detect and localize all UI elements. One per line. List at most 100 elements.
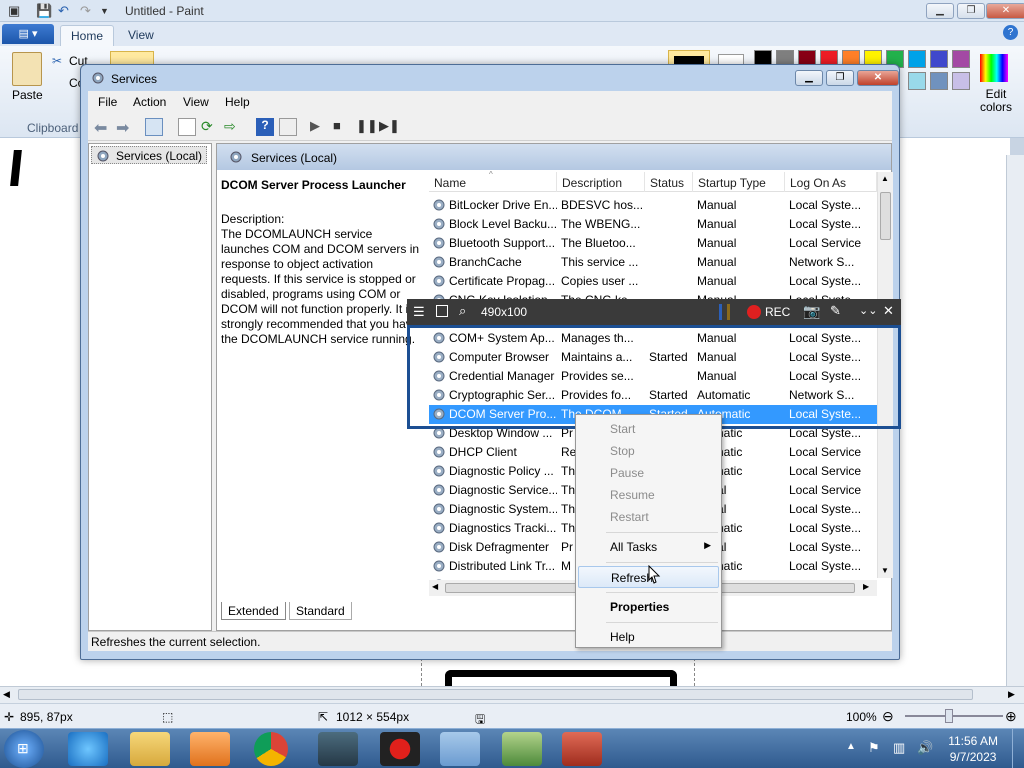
column-description[interactable]: Description — [557, 172, 645, 192]
tab-home[interactable]: Home — [60, 25, 115, 46]
menu-file[interactable]: File — [98, 95, 117, 109]
region-fit-icon[interactable]: ⌕ — [459, 303, 466, 319]
menu-help[interactable]: Help — [225, 95, 250, 109]
menu-stop[interactable]: Stop — [578, 440, 719, 462]
action-center-icon[interactable]: ⚑ — [868, 740, 880, 756]
media-player-icon[interactable] — [190, 732, 230, 766]
menu-properties[interactable]: Properties — [578, 596, 719, 618]
scroll-up-icon[interactable]: ▲ — [881, 174, 889, 183]
help-book-icon[interactable]: ? — [256, 118, 274, 136]
network-icon[interactable]: ▥ — [893, 740, 905, 756]
tab-extended[interactable]: Extended — [221, 602, 286, 620]
paste-icon[interactable] — [12, 52, 42, 86]
scroll-right-icon[interactable]: ▶ — [863, 582, 869, 591]
recorder-menu-icon[interactable]: ☰ — [413, 304, 425, 320]
menu-view[interactable]: View — [183, 95, 209, 109]
export-list-icon[interactable]: ⇨ — [224, 118, 242, 136]
start-button[interactable]: ⊞ — [4, 730, 44, 768]
menu-restart[interactable]: Restart — [578, 506, 719, 528]
stop-service-icon[interactable]: ■ — [333, 118, 351, 136]
screen-recorder-icon[interactable] — [380, 732, 420, 766]
column-startup-type[interactable]: Startup Type — [693, 172, 785, 192]
services-taskbar-icon[interactable] — [562, 732, 602, 766]
zoom-out-icon[interactable]: ⊖ — [882, 708, 894, 725]
show-hide-tree-icon[interactable] — [145, 118, 163, 136]
palette-purple[interactable] — [952, 50, 970, 68]
service-row[interactable]: Block Level Backu... The WBENG... Manual Lo… — [429, 215, 877, 234]
scroll-right-icon[interactable]: ▶ — [1008, 689, 1015, 700]
services-close-button[interactable]: ✕ — [857, 70, 899, 86]
undo-icon[interactable]: ↶ — [58, 3, 69, 19]
forward-icon[interactable]: ➡ — [116, 118, 134, 137]
clock[interactable]: 11:56 AM 9/7/2023 — [948, 733, 998, 765]
internet-explorer-icon[interactable] — [68, 732, 108, 766]
recorder-close-icon[interactable]: ✕ — [883, 303, 894, 319]
cut-icon[interactable]: ✂ — [52, 54, 62, 68]
region-select-icon[interactable] — [436, 305, 448, 317]
column-log-on-as[interactable]: Log On As — [785, 172, 877, 192]
record-button[interactable]: REC — [765, 305, 790, 319]
properties-sheet-icon[interactable] — [178, 118, 196, 136]
zoom-in-icon[interactable]: ⊕ — [1005, 708, 1017, 725]
menu-help[interactable]: Help — [578, 626, 719, 648]
column-status[interactable]: Status — [645, 172, 693, 192]
volume-icon[interactable]: 🔊 — [917, 740, 933, 756]
services-titlebar[interactable]: Services ▁ ❐ ✕ — [81, 65, 899, 91]
service-row[interactable]: BitLocker Drive En... BDESVC hos... Manual… — [429, 196, 877, 215]
services-maximize-button[interactable]: ❐ — [826, 70, 854, 86]
service-row[interactable]: BranchCache This service ... Manual Network… — [429, 253, 877, 272]
menu-pause[interactable]: Pause — [578, 462, 719, 484]
zoom-slider-thumb[interactable] — [945, 709, 953, 723]
show-hidden-icons-icon[interactable]: ▲ — [846, 741, 856, 752]
file-explorer-icon[interactable] — [130, 732, 170, 766]
paint-horizontal-scrollbar[interactable]: ◀ ▶ — [0, 686, 1024, 703]
palette-blue-gray[interactable] — [930, 72, 948, 90]
back-icon[interactable]: ⬅ — [94, 118, 112, 137]
redo-icon[interactable]: ↷ — [80, 3, 91, 19]
pen-icon[interactable]: ✎ — [830, 303, 841, 319]
refresh-icon[interactable]: ⟳ — [201, 118, 219, 136]
help-icon[interactable]: ? — [1003, 25, 1018, 40]
palette-lavender[interactable] — [952, 72, 970, 90]
scroll-left-icon[interactable]: ◀ — [432, 582, 438, 591]
chrome-icon[interactable] — [254, 732, 288, 766]
menu-action[interactable]: Action — [133, 95, 166, 109]
paint-minimize-button[interactable]: ▁ — [926, 3, 954, 19]
menu-resume[interactable]: Resume — [578, 484, 719, 506]
app-icon[interactable] — [318, 732, 358, 766]
service-row[interactable]: Bluetooth Support... The Bluetoo... Manual… — [429, 234, 877, 253]
start-service-icon[interactable]: ▶ — [310, 118, 328, 136]
tree-item-services-local[interactable]: Services (Local) — [91, 146, 207, 164]
record-icon[interactable] — [747, 305, 761, 319]
paint-taskbar-icon[interactable] — [440, 732, 480, 766]
menu-start[interactable]: Start — [578, 418, 719, 440]
paint-file-menu-button[interactable]: ▤ ▾ — [2, 24, 54, 44]
palette-indigo[interactable] — [930, 50, 948, 68]
tab-view[interactable]: View — [118, 25, 164, 46]
services-minimize-button[interactable]: ▁ — [795, 70, 823, 86]
paint-maximize-button[interactable]: ❐ — [957, 3, 985, 19]
zoom-slider[interactable] — [905, 715, 1003, 717]
pause-service-icon[interactable]: ❚❚ — [356, 118, 378, 136]
paint-app-icon[interactable]: ▣ — [8, 3, 20, 19]
scroll-down-icon[interactable]: ▼ — [881, 566, 889, 575]
camera-icon[interactable]: 📷 — [803, 303, 820, 320]
save-icon[interactable]: 💾 — [36, 3, 52, 19]
paste-button[interactable]: Paste — [12, 88, 43, 102]
palette-turquoise[interactable] — [908, 50, 926, 68]
edit-colors-button[interactable]: Edit colors — [976, 88, 1016, 114]
restart-service-icon[interactable]: ▶❚ — [379, 118, 400, 136]
palette-light-turquoise[interactable] — [908, 72, 926, 90]
paint-close-button[interactable]: ✕ — [986, 3, 1024, 19]
paint-vertical-scrollbar[interactable] — [1006, 155, 1024, 686]
collapse-icon[interactable]: ⌄⌄ — [859, 304, 877, 317]
show-action-pane-icon[interactable] — [279, 118, 297, 136]
computer-management-icon[interactable] — [502, 732, 542, 766]
paint-hscroll-thumb[interactable] — [18, 689, 973, 700]
menu-all-tasks[interactable]: All Tasks ▶ — [578, 536, 719, 558]
services-list-vscroll-thumb[interactable] — [880, 192, 891, 240]
edit-colors-icon[interactable] — [980, 54, 1008, 82]
service-row[interactable]: Certificate Propag... Copies user ... Manu… — [429, 272, 877, 291]
show-desktop-button[interactable] — [1012, 729, 1024, 768]
column-name[interactable]: Name — [429, 172, 557, 192]
